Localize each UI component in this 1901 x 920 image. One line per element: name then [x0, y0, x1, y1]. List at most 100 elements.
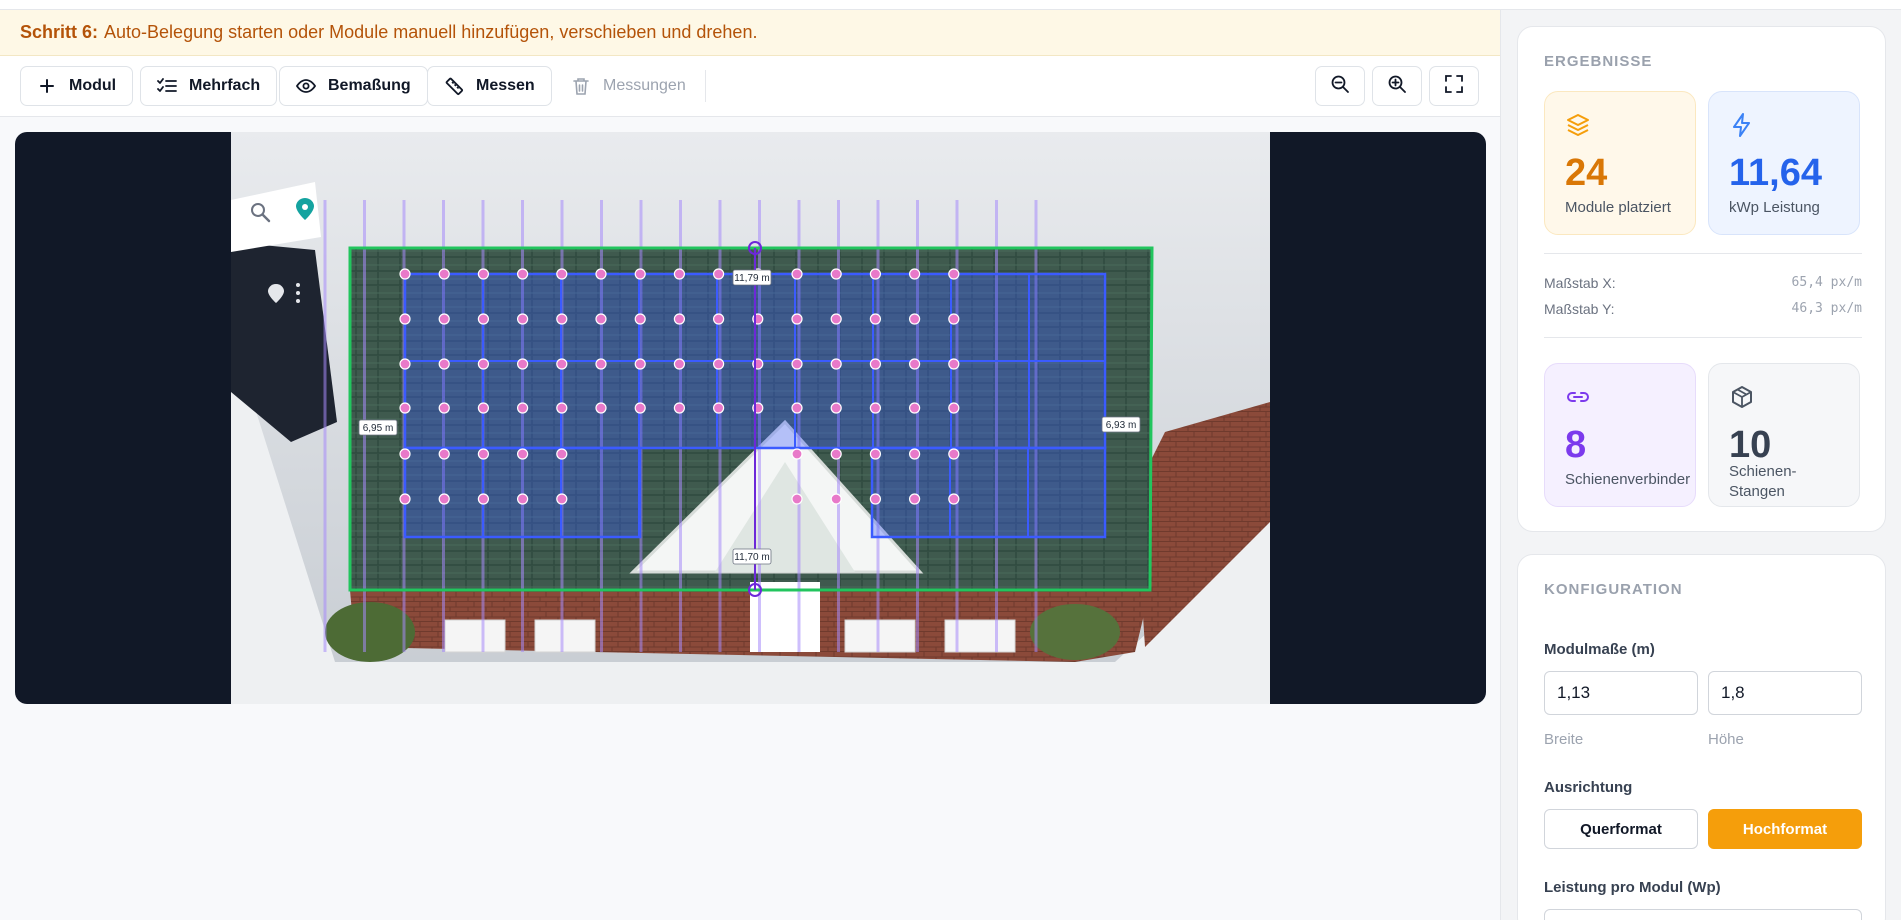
anchor-point[interactable] — [673, 358, 686, 370]
multi-select-button[interactable]: Mehrfach — [140, 66, 278, 106]
anchor-point[interactable] — [438, 402, 450, 414]
anchor-point[interactable] — [556, 448, 568, 460]
anchor-point[interactable] — [477, 402, 489, 414]
add-module-button[interactable]: Modul — [20, 66, 134, 106]
measurements-delete-button[interactable]: Messungen — [554, 66, 703, 106]
anchor-point[interactable] — [477, 448, 489, 460]
anchor-point[interactable] — [908, 448, 921, 460]
step-instruction: Auto-Belegung starten oder Module manuel… — [104, 22, 758, 42]
anchor-point[interactable] — [791, 493, 803, 505]
anchor-point[interactable] — [517, 313, 529, 325]
anchor-point[interactable] — [791, 358, 803, 370]
anchor-point[interactable] — [517, 358, 529, 370]
anchor-point[interactable] — [948, 358, 960, 370]
anchor-point[interactable] — [948, 493, 960, 505]
anchor-point[interactable] — [634, 313, 646, 325]
anchor-point[interactable] — [712, 358, 725, 370]
anchor-point[interactable] — [517, 448, 529, 460]
anchor-point[interactable] — [830, 493, 842, 505]
power-label: kWp Leistung — [1729, 199, 1820, 216]
anchor-point[interactable] — [673, 268, 686, 280]
anchor-point[interactable] — [517, 402, 529, 414]
module-width-input[interactable] — [1544, 671, 1698, 715]
anchor-point[interactable] — [948, 313, 960, 325]
module-height-input[interactable] — [1708, 671, 1862, 715]
anchor-point[interactable] — [948, 448, 960, 460]
dimension-toggle-button[interactable]: Bemaßung — [279, 66, 428, 106]
anchor-point[interactable] — [830, 448, 842, 460]
anchor-point[interactable] — [869, 448, 882, 460]
anchor-point[interactable] — [830, 402, 842, 414]
fullscreen-button[interactable] — [1429, 66, 1479, 106]
anchor-point[interactable] — [438, 493, 450, 505]
anchor-point[interactable] — [712, 402, 725, 414]
anchor-point[interactable] — [791, 402, 803, 414]
anchor-point[interactable] — [791, 313, 803, 325]
anchor-point[interactable] — [556, 268, 568, 280]
anchor-point[interactable] — [948, 268, 960, 280]
anchor-point[interactable] — [556, 358, 568, 370]
anchor-point[interactable] — [517, 268, 529, 280]
anchor-point[interactable] — [673, 313, 686, 325]
zoom-out-button[interactable] — [1315, 66, 1365, 106]
measure-button[interactable]: Messen — [427, 66, 552, 106]
anchor-point[interactable] — [869, 402, 882, 414]
anchor-point[interactable] — [869, 358, 882, 370]
anchor-point[interactable] — [908, 402, 921, 414]
anchor-point[interactable] — [517, 493, 529, 505]
anchor-point[interactable] — [595, 358, 607, 370]
anchor-point[interactable] — [634, 268, 646, 280]
anchor-point[interactable] — [673, 402, 686, 414]
anchor-point[interactable] — [438, 313, 450, 325]
roof-planner-svg[interactable]: 11,79 m 11,70 m 6,95 m 6,93 m — [15, 132, 1486, 704]
anchor-point[interactable] — [477, 268, 489, 280]
roof-canvas[interactable]: 11,79 m 11,70 m 6,95 m 6,93 m — [15, 132, 1486, 704]
anchor-point[interactable] — [399, 448, 411, 460]
anchor-point[interactable] — [791, 268, 803, 280]
eye-icon — [296, 76, 316, 96]
anchor-point[interactable] — [399, 402, 411, 414]
anchor-point[interactable] — [712, 268, 725, 280]
anchor-point[interactable] — [477, 493, 489, 505]
anchor-point[interactable] — [869, 313, 882, 325]
anchor-point[interactable] — [712, 313, 725, 325]
anchor-point[interactable] — [908, 493, 921, 505]
anchor-point[interactable] — [399, 358, 411, 370]
anchor-point[interactable] — [948, 402, 960, 414]
anchor-point[interactable] — [869, 493, 882, 505]
modules-placed-stat: 24 Module platziert — [1544, 91, 1696, 235]
anchor-point[interactable] — [477, 358, 489, 370]
anchor-point[interactable] — [908, 358, 921, 370]
power-per-module-input[interactable] — [1544, 909, 1862, 920]
anchor-point[interactable] — [399, 493, 411, 505]
anchor-point[interactable] — [399, 313, 411, 325]
anchor-point[interactable] — [791, 448, 803, 460]
anchor-point[interactable] — [438, 358, 450, 370]
anchor-point[interactable] — [830, 313, 842, 325]
anchor-point[interactable] — [908, 268, 921, 280]
anchor-point[interactable] — [556, 402, 568, 414]
anchor-point[interactable] — [830, 358, 842, 370]
anchor-point[interactable] — [595, 402, 607, 414]
anchor-point[interactable] — [556, 313, 568, 325]
anchor-point[interactable] — [595, 313, 607, 325]
more-vertical-icon[interactable] — [296, 283, 300, 303]
anchor-point[interactable] — [634, 402, 646, 414]
anchor-point[interactable] — [869, 268, 882, 280]
anchor-point[interactable] — [477, 313, 489, 325]
anchor-point[interactable] — [634, 358, 646, 370]
anchor-point[interactable] — [830, 268, 842, 280]
anchor-point[interactable] — [438, 268, 450, 280]
module-block[interactable] — [403, 446, 642, 539]
anchor-point[interactable] — [438, 448, 450, 460]
zoom-in-button[interactable] — [1372, 66, 1422, 106]
landscape-button[interactable]: Querformat — [1544, 809, 1698, 849]
anchor-point[interactable] — [556, 493, 568, 505]
step-banner: Schritt 6: Auto-Belegung starten oder Mo… — [0, 10, 1500, 56]
anchor-point[interactable] — [595, 268, 607, 280]
module-block[interactable] — [870, 446, 1107, 539]
anchor-point[interactable] — [908, 313, 921, 325]
anchor-point[interactable] — [399, 268, 411, 280]
modules-placed-label: Module platziert — [1565, 199, 1671, 216]
portrait-button[interactable]: Hochformat — [1708, 809, 1862, 849]
